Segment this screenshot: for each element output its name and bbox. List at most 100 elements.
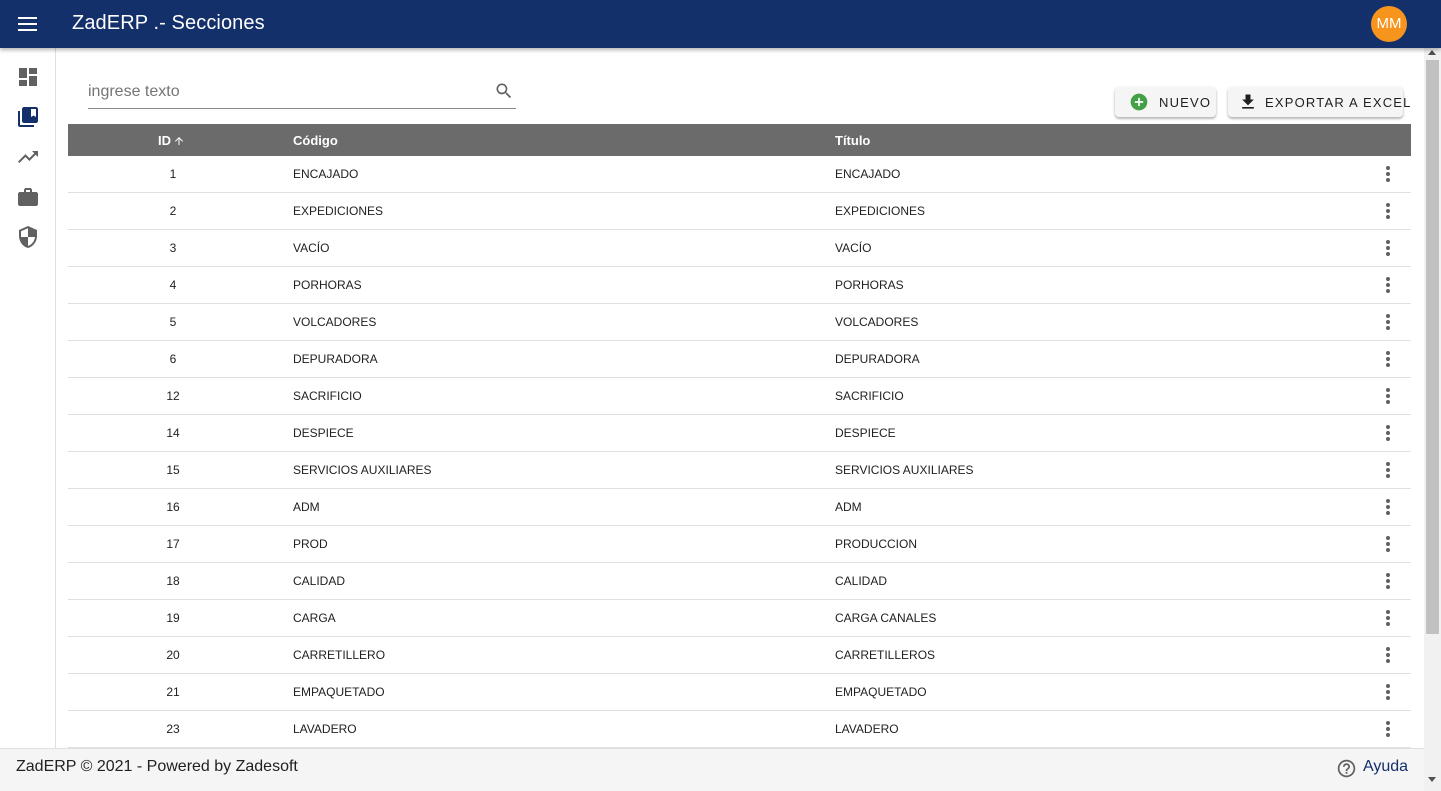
dashboard-icon [19, 68, 37, 86]
column-header-code[interactable]: Código [293, 133, 338, 148]
table-row[interactable]: 2 EXPEDICIONES EXPEDICIONES [68, 193, 1411, 230]
more-vert-icon[interactable] [1378, 534, 1398, 554]
column-header-title[interactable]: Título [835, 133, 870, 148]
more-vert-icon[interactable] [1378, 423, 1398, 443]
more-vert-icon[interactable] [1378, 719, 1398, 739]
table-row[interactable]: 1 ENCAJADO ENCAJADO [68, 156, 1411, 193]
scrollbar[interactable] [1424, 48, 1441, 791]
download-icon [1242, 94, 1254, 109]
sidebar-item-trends[interactable] [16, 145, 40, 169]
cell-id: 4 [169, 278, 177, 292]
table-header: ID Código Título [68, 124, 1411, 156]
scroll-up-icon[interactable] [1428, 50, 1436, 55]
export-excel-button[interactable]: EXPORTAR A EXCEL [1228, 87, 1410, 117]
column-header-label: ID [158, 133, 171, 148]
cell-title: LAVADERO [835, 722, 899, 736]
cell-title: DEPURADORA [835, 352, 920, 366]
more-vert-icon[interactable] [1378, 312, 1398, 332]
arrow-up-icon [175, 137, 183, 145]
more-vert-icon[interactable] [1378, 275, 1398, 295]
sidebar-item-business[interactable] [16, 185, 40, 209]
search-field [88, 76, 516, 109]
cell-id: 19 [166, 611, 180, 625]
cell-title: VACÍO [835, 241, 872, 255]
page-title: ZadERP .- Secciones [72, 12, 265, 34]
cell-id: 17 [166, 537, 180, 551]
cell-id: 15 [166, 463, 180, 477]
more-vert-icon[interactable] [1378, 571, 1398, 591]
cell-id: 23 [166, 722, 180, 736]
cell-code: VOLCADORES [293, 315, 377, 329]
menu-icon[interactable] [16, 14, 40, 34]
help-label: Ayuda [1363, 758, 1409, 775]
sidebar-item-security[interactable] [16, 225, 40, 249]
table-row[interactable]: 17 PROD PRODUCCION [68, 526, 1411, 563]
cell-id: 21 [166, 685, 180, 699]
more-vert-icon[interactable] [1378, 497, 1398, 517]
table-row[interactable]: 6 DEPURADORA DEPURADORA [68, 341, 1411, 378]
cell-id: 5 [169, 315, 177, 329]
cell-id: 3 [169, 241, 177, 255]
library-books-icon [18, 107, 38, 127]
table-row[interactable]: 15 SERVICIOS AUXILIARES SERVICIOS AUXILI… [68, 452, 1411, 489]
more-vert-icon[interactable] [1378, 645, 1398, 665]
table-row[interactable]: 12 SACRIFICIO SACRIFICIO [68, 378, 1411, 415]
trending-up-icon [18, 151, 38, 163]
more-vert-icon[interactable] [1378, 608, 1398, 628]
table-row[interactable]: 23 LAVADERO LAVADERO [68, 711, 1411, 748]
avatar[interactable]: MM [1371, 6, 1407, 42]
table-body: 1 ENCAJADO ENCAJADO 2 EXPEDICIONES EXPED… [68, 156, 1411, 748]
table-row[interactable]: 20 CARRETILLERO CARRETILLEROS [68, 637, 1411, 674]
search-input[interactable] [88, 80, 478, 104]
cell-code: DESPIECE [293, 426, 354, 440]
more-vert-icon[interactable] [1378, 682, 1398, 702]
cell-title: SACRIFICIO [835, 389, 904, 403]
cell-code: ADM [293, 500, 320, 514]
scroll-thumb[interactable] [1426, 60, 1439, 634]
more-vert-icon[interactable] [1378, 460, 1398, 480]
more-vert-icon[interactable] [1378, 164, 1398, 184]
cell-title: CARRETILLEROS [835, 648, 936, 662]
search-icon[interactable] [494, 81, 514, 101]
cell-title: ADM [835, 500, 862, 514]
table-row[interactable]: 18 CALIDAD CALIDAD [68, 563, 1411, 600]
column-header-id[interactable]: ID [158, 133, 185, 148]
cell-code: EMPAQUETADO [293, 685, 385, 699]
table-row[interactable]: 4 PORHORAS PORHORAS [68, 267, 1411, 304]
cell-code: SACRIFICIO [293, 389, 362, 403]
cell-title: VOLCADORES [835, 315, 919, 329]
cell-title: EXPEDICIONES [835, 204, 926, 218]
new-button[interactable]: NUEVO [1115, 87, 1216, 117]
cell-code: LAVADERO [293, 722, 357, 736]
sidebar-item-dashboard[interactable] [16, 65, 40, 89]
cell-title: PRODUCCION [835, 537, 918, 551]
more-vert-icon[interactable] [1378, 349, 1398, 369]
cell-id: 14 [166, 426, 180, 440]
cell-code: CARGA [293, 611, 336, 625]
table-row[interactable]: 14 DESPIECE DESPIECE [68, 415, 1411, 452]
cell-code: SERVICIOS AUXILIARES [293, 463, 432, 477]
cell-title: SERVICIOS AUXILIARES [835, 463, 974, 477]
cell-code: PROD [293, 537, 328, 551]
cell-code: CARRETILLERO [293, 648, 386, 662]
cell-code: PORHORAS [293, 278, 362, 292]
footer: ZadERP © 2021 - Powered by Zadesoft Ayud… [0, 748, 1424, 791]
table-row[interactable]: 21 EMPAQUETADO EMPAQUETADO [68, 674, 1411, 711]
new-button-label: NUEVO [1159, 95, 1212, 110]
help-icon [1337, 759, 1356, 778]
shield-icon [19, 226, 37, 248]
table-row[interactable]: 19 CARGA CARGA CANALES [68, 600, 1411, 637]
more-vert-icon[interactable] [1378, 201, 1398, 221]
table-row[interactable]: 5 VOLCADORES VOLCADORES [68, 304, 1411, 341]
cell-code: CALIDAD [293, 574, 346, 588]
cell-id: 2 [169, 204, 177, 218]
more-vert-icon[interactable] [1378, 386, 1398, 406]
table-row[interactable]: 3 VACÍO VACÍO [68, 230, 1411, 267]
table-row[interactable]: 16 ADM ADM [68, 489, 1411, 526]
cell-title: ENCAJADO [835, 167, 901, 181]
scroll-down-icon[interactable] [1428, 777, 1436, 782]
export-button-label: EXPORTAR A EXCEL [1265, 95, 1412, 110]
cell-title: EMPAQUETADO [835, 685, 927, 699]
sidebar-item-sections[interactable] [16, 105, 40, 129]
more-vert-icon[interactable] [1378, 238, 1398, 258]
